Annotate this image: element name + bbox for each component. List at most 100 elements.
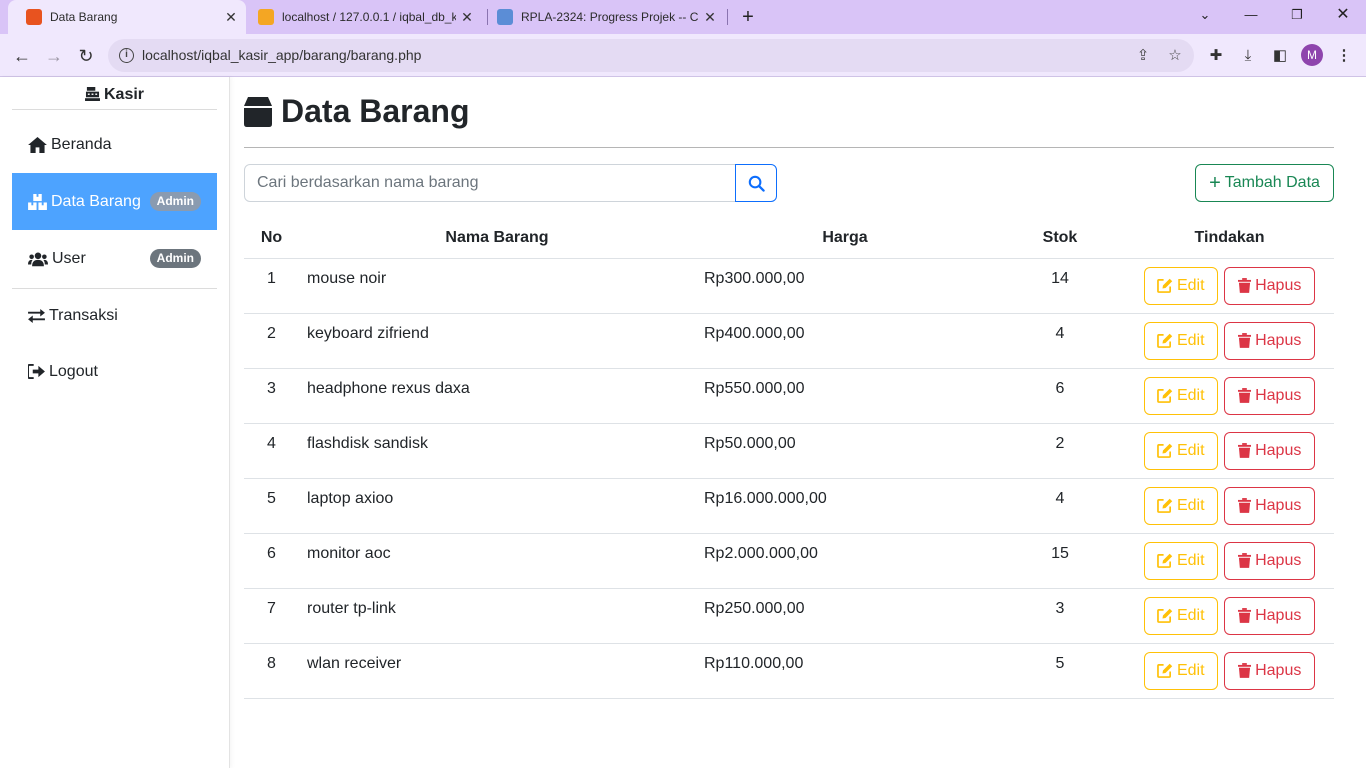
cell-tindakan: Edit Hapus bbox=[1125, 643, 1334, 699]
bookmark-star-icon[interactable]: ☆ bbox=[1164, 45, 1186, 67]
delete-button[interactable]: Hapus bbox=[1224, 486, 1316, 525]
sidebar-item-user[interactable]: User Admin bbox=[12, 230, 217, 287]
delete-button[interactable]: Hapus bbox=[1224, 541, 1316, 580]
sidebar-item-beranda[interactable]: Beranda bbox=[12, 116, 217, 173]
profile-avatar[interactable]: M bbox=[1301, 44, 1323, 66]
close-window-icon[interactable]: ✕ bbox=[1320, 0, 1366, 30]
browser-tab-title: RPLA-2324: Progress Projek -- Ch bbox=[521, 10, 699, 24]
delete-label: Hapus bbox=[1255, 276, 1302, 294]
table-row: 6 monitor aoc Rp2.000.000,00 15 Edit Hap… bbox=[244, 533, 1334, 589]
delete-button[interactable]: Hapus bbox=[1224, 431, 1316, 470]
edit-button[interactable]: Edit bbox=[1143, 651, 1218, 690]
close-tab-icon[interactable]: ✕ bbox=[456, 9, 478, 26]
edit-icon bbox=[1157, 663, 1173, 678]
delete-button[interactable]: Hapus bbox=[1224, 651, 1316, 690]
tab-separator bbox=[727, 9, 728, 25]
delete-button[interactable]: Hapus bbox=[1224, 596, 1316, 635]
edit-button[interactable]: Edit bbox=[1143, 596, 1218, 635]
site-info-icon[interactable]: i bbox=[119, 48, 134, 63]
sidebar-brand: Kasir bbox=[12, 86, 217, 110]
edit-icon bbox=[1157, 278, 1173, 293]
close-tab-icon[interactable]: ✕ bbox=[699, 9, 721, 26]
add-data-button[interactable]: + Tambah Data bbox=[1195, 164, 1334, 202]
cell-tindakan: Edit Hapus bbox=[1125, 313, 1334, 369]
cell-nama-barang: router tp-link bbox=[299, 588, 695, 644]
back-arrow-icon[interactable]: ← bbox=[8, 42, 36, 70]
sidebar-item-label: Transaksi bbox=[49, 306, 118, 324]
new-tab-plus-icon[interactable]: + bbox=[736, 2, 760, 32]
edit-icon bbox=[1157, 388, 1173, 403]
table-header-row: No Nama Barang Harga Stok Tindakan bbox=[244, 218, 1334, 259]
search-input[interactable] bbox=[244, 164, 736, 202]
delete-label: Hapus bbox=[1255, 441, 1302, 459]
cell-tindakan: Edit Hapus bbox=[1125, 258, 1334, 314]
edit-label: Edit bbox=[1176, 331, 1205, 349]
cell-stok: 4 bbox=[995, 313, 1125, 369]
share-icon[interactable]: ⇪ bbox=[1132, 45, 1154, 67]
sidebar-item-label: Data Barang bbox=[51, 192, 141, 210]
cell-tindakan: Edit Hapus bbox=[1125, 588, 1334, 644]
edit-label: Edit bbox=[1176, 386, 1205, 404]
edit-icon bbox=[1157, 553, 1173, 568]
cell-nama-barang: keyboard zifriend bbox=[299, 313, 695, 369]
address-url[interactable]: localhost/iqbal_kasir_app/barang/barang.… bbox=[142, 47, 421, 63]
tab-separator bbox=[487, 9, 488, 25]
close-tab-icon[interactable]: ✕ bbox=[220, 9, 242, 26]
minimize-window-icon[interactable]: — bbox=[1228, 0, 1274, 30]
page-title-text: Data Barang bbox=[281, 93, 470, 129]
delete-button[interactable]: Hapus bbox=[1224, 321, 1316, 360]
delete-button[interactable]: Hapus bbox=[1224, 266, 1316, 305]
delete-button[interactable]: Hapus bbox=[1224, 376, 1316, 415]
cell-nama-barang: flashdisk sandisk bbox=[299, 423, 695, 479]
edit-button[interactable]: Edit bbox=[1143, 266, 1218, 305]
page-content: Kasir Beranda Data Barang Admin User Adm… bbox=[0, 77, 1366, 768]
edit-button[interactable]: Edit bbox=[1143, 486, 1218, 525]
edit-icon bbox=[1157, 333, 1173, 348]
cell-no: 1 bbox=[244, 258, 299, 314]
table-row: 1 mouse noir Rp300.000,00 14 Edit Hapus bbox=[244, 258, 1334, 314]
cell-no: 2 bbox=[244, 313, 299, 369]
header-harga: Harga bbox=[695, 218, 995, 259]
delete-label: Hapus bbox=[1255, 551, 1302, 569]
search-button[interactable] bbox=[735, 164, 777, 202]
edit-button[interactable]: Edit bbox=[1143, 431, 1218, 470]
forward-arrow-icon[interactable]: → bbox=[40, 42, 68, 70]
browser-tab-data-barang[interactable]: Data Barang ✕ bbox=[8, 0, 246, 34]
phpmyadmin-favicon-icon bbox=[258, 9, 274, 25]
xampp-favicon-icon bbox=[26, 9, 42, 25]
edit-icon bbox=[1157, 443, 1173, 458]
edit-icon bbox=[1157, 498, 1173, 513]
browser-tab-title: localhost / 127.0.0.1 / iqbal_db_k bbox=[282, 10, 456, 24]
home-icon bbox=[28, 136, 47, 153]
table-row: 2 keyboard zifriend Rp400.000,00 4 Edit bbox=[244, 313, 1334, 369]
extensions-puzzle-icon[interactable]: ✚ bbox=[1204, 44, 1228, 68]
add-data-label: Tambah Data bbox=[1224, 174, 1320, 191]
cell-tindakan: Edit Hapus bbox=[1125, 533, 1334, 589]
sidebar-item-logout[interactable]: Logout bbox=[12, 343, 217, 400]
sidebar-item-label: User bbox=[52, 249, 86, 267]
edit-label: Edit bbox=[1176, 661, 1205, 679]
delete-label: Hapus bbox=[1255, 496, 1302, 514]
sign-out-icon bbox=[28, 364, 45, 379]
browser-tab-rpla[interactable]: RPLA-2324: Progress Projek -- Ch ✕ bbox=[489, 0, 725, 34]
tab-search-chevron-icon[interactable]: ⌄ bbox=[1182, 0, 1228, 30]
cell-stok: 4 bbox=[995, 478, 1125, 534]
sidebar-item-data-barang[interactable]: Data Barang Admin bbox=[12, 173, 217, 230]
delete-label: Hapus bbox=[1255, 331, 1302, 349]
trash-icon bbox=[1238, 388, 1252, 403]
header-tindakan: Tindakan bbox=[1125, 218, 1334, 259]
browser-menu-icon[interactable]: ⋮ bbox=[1332, 44, 1356, 68]
sidebar-item-transaksi[interactable]: Transaksi bbox=[12, 287, 217, 344]
download-icon[interactable]: ⤓ bbox=[1236, 44, 1260, 68]
restore-window-icon[interactable]: ❐ bbox=[1274, 0, 1320, 30]
box-icon bbox=[244, 96, 272, 127]
reload-icon[interactable]: ↻ bbox=[72, 42, 100, 70]
edit-button[interactable]: Edit bbox=[1143, 541, 1218, 580]
cell-nama-barang: headphone rexus daxa bbox=[299, 368, 695, 424]
side-panel-icon[interactable]: ◧ bbox=[1268, 44, 1292, 68]
edit-button[interactable]: Edit bbox=[1143, 376, 1218, 415]
edit-button[interactable]: Edit bbox=[1143, 321, 1218, 360]
browser-tab-phpmyadmin[interactable]: localhost / 127.0.0.1 / iqbal_db_k ✕ bbox=[250, 0, 482, 34]
delete-label: Hapus bbox=[1255, 386, 1302, 404]
address-bar[interactable]: i localhost/iqbal_kasir_app/barang/baran… bbox=[108, 39, 1194, 72]
